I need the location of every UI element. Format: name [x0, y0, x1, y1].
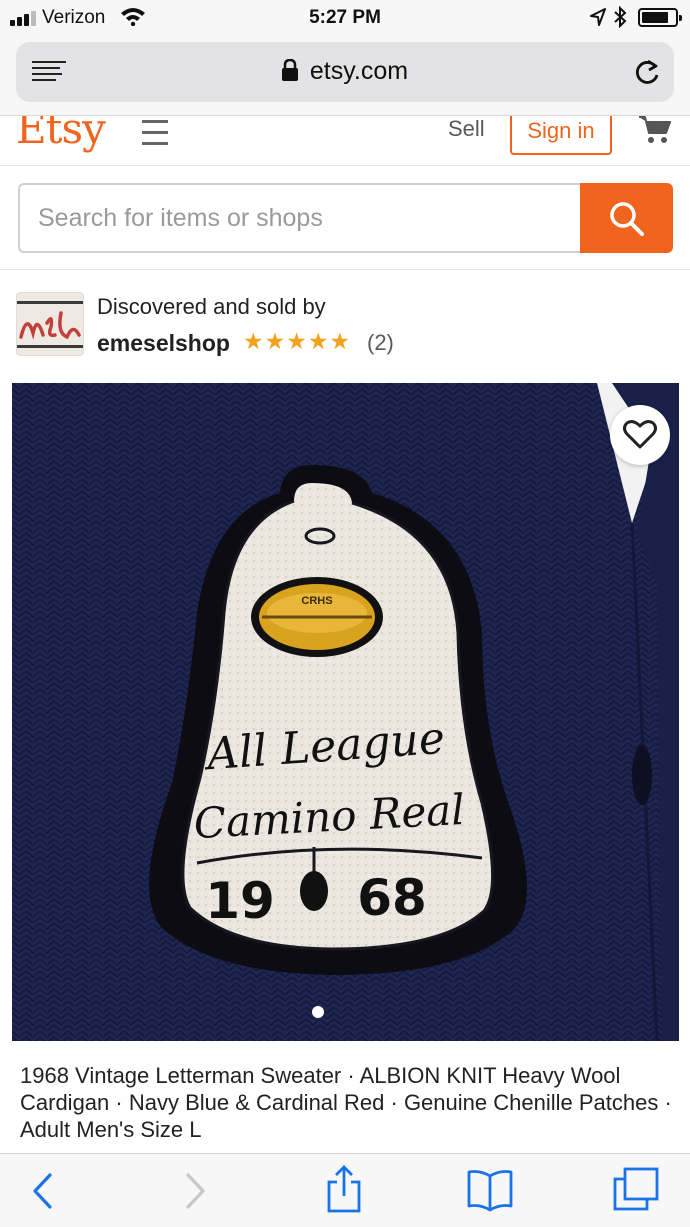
- bookmarks-icon[interactable]: [466, 1168, 514, 1217]
- rating-stars: ★★★★★: [243, 328, 352, 354]
- sell-link[interactable]: Sell: [448, 116, 485, 142]
- product-image[interactable]: CRHS All League Camino Real 19 68: [12, 383, 679, 1041]
- battery-icon: [638, 8, 682, 27]
- search-input[interactable]: Search for items or shops: [18, 183, 583, 253]
- discovered-label: Discovered and sold by: [97, 294, 326, 319]
- carousel-indicator[interactable]: [312, 1006, 324, 1018]
- cart-icon[interactable]: [638, 116, 672, 151]
- forward-icon[interactable]: [184, 1172, 208, 1215]
- url-display[interactable]: etsy.com: [16, 57, 674, 88]
- reload-icon[interactable]: [634, 58, 660, 91]
- tabs-icon[interactable]: [612, 1166, 660, 1217]
- favorite-button[interactable]: [610, 405, 670, 465]
- location-icon: [590, 8, 606, 31]
- search-section: Search for items or shops: [0, 166, 690, 270]
- address-bar[interactable]: etsy.com: [16, 42, 674, 102]
- lock-icon: [281, 58, 298, 88]
- sign-in-button[interactable]: Sign in: [510, 116, 612, 155]
- clock: 5:27 PM: [309, 7, 381, 28]
- hamburger-icon[interactable]: [142, 120, 168, 153]
- patch-year-right: 68: [357, 869, 427, 927]
- search-icon: [610, 202, 644, 236]
- search-button[interactable]: [580, 183, 673, 253]
- listing-title: 1968 Vintage Letterman Sweater · ALBION …: [20, 1063, 672, 1142]
- browser-toolbar: [0, 1153, 690, 1227]
- shop-name-link[interactable]: emeselshop: [97, 330, 230, 357]
- browser-chrome: etsy.com: [0, 36, 690, 116]
- etsy-logo[interactable]: Etsy: [16, 116, 106, 153]
- status-bar: Verizon 5:27 PM: [0, 0, 690, 36]
- heart-icon: [623, 420, 657, 449]
- back-icon[interactable]: [30, 1172, 54, 1215]
- bluetooth-icon: [613, 5, 627, 33]
- shop-info[interactable]: Discovered and sold by emeselshop ★★★★★ …: [0, 270, 690, 383]
- patch-year-left: 19: [205, 872, 275, 930]
- url-text: etsy.com: [309, 57, 409, 85]
- svg-text:CRHS: CRHS: [301, 595, 332, 607]
- battery-level: [642, 12, 668, 23]
- share-icon[interactable]: [325, 1164, 363, 1219]
- review-count[interactable]: (2): [367, 330, 394, 356]
- shop-avatar[interactable]: [16, 292, 84, 356]
- site-header: Etsy Sell Sign in: [0, 116, 690, 166]
